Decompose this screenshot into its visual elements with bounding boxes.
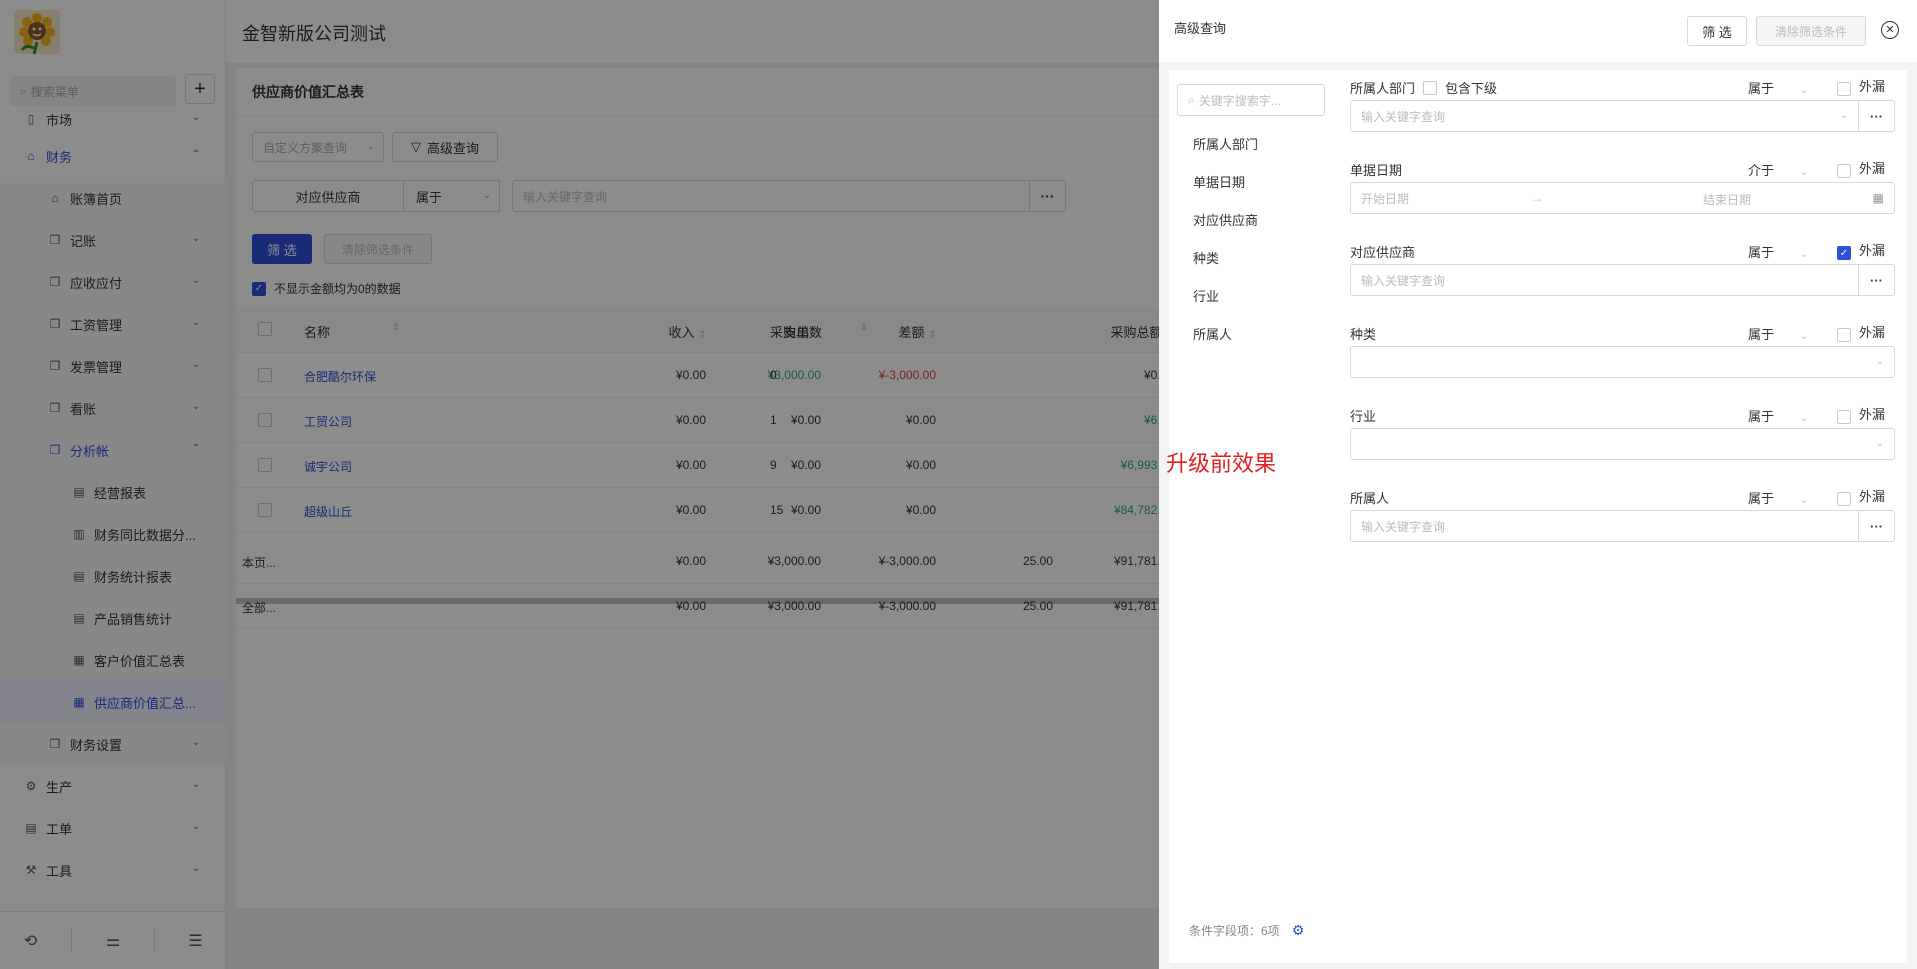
drawer-body: ⌕ 关键字搜索字... 所属人部门 单据日期 对应供应商 种类 行业 所属人 升… [1166, 70, 1907, 963]
more-options-button[interactable]: ··· [1858, 264, 1895, 296]
condition-dept: 所属人部门 包含下级 属于 ⌄ 外漏 输入关键字查询 ⌄ ··· [1350, 78, 1895, 138]
field-nav-item[interactable]: 对应供应商 [1193, 210, 1258, 248]
condition-industry: 行业 属于 ⌄ 外漏 ⌄ [1350, 406, 1895, 466]
drawer-clear-button[interactable]: 清除筛选条件 [1756, 16, 1866, 46]
more-options-button[interactable]: ··· [1858, 510, 1895, 542]
field-nav-item[interactable]: 所属人部门 [1193, 134, 1258, 172]
field-nav-item[interactable]: 单据日期 [1193, 172, 1258, 210]
drawer-header: 高级查询 筛 选 清除筛选条件 ✕ [1159, 0, 1917, 62]
settings-sliders-icon[interactable]: ⚙ [1292, 922, 1305, 939]
field-nav-item[interactable]: 行业 [1193, 286, 1258, 324]
exclude-checkbox[interactable]: 外漏 [1837, 74, 1885, 96]
chevron-down-icon: ⌄ [1875, 356, 1884, 367]
field-count-label: 条件字段项：6项 [1189, 924, 1280, 938]
include-sub-label: 包含下级 [1445, 81, 1498, 96]
condition-label: 单据日期 [1350, 163, 1403, 178]
industry-select[interactable]: ⌄ [1350, 428, 1895, 460]
operator-select[interactable]: 属于 ⌄ [1748, 324, 1808, 343]
exclude-checkbox[interactable]: 外漏 [1837, 156, 1885, 178]
modal-overlay[interactable] [0, 0, 1159, 969]
field-nav: 所属人部门 单据日期 对应供应商 种类 行业 所属人 [1193, 134, 1258, 362]
keyword-input[interactable]: 输入关键字查询 [1350, 264, 1859, 296]
field-nav-item[interactable]: 种类 [1193, 248, 1258, 286]
condition-label: 行业 [1350, 409, 1377, 424]
drawer-filter-button[interactable]: 筛 选 [1687, 16, 1747, 46]
date-range-picker[interactable]: 开始日期 → 结束日期 ▦ [1350, 182, 1895, 214]
exclude-checkbox[interactable]: 外漏 [1837, 320, 1885, 342]
advanced-query-drawer: 高级查询 筛 选 清除筛选条件 ✕ ⌕ 关键字搜索字... 所属人部门 单据日期… [1159, 0, 1917, 969]
kind-select[interactable]: ⌄ [1350, 346, 1895, 378]
condition-kind: 种类 属于 ⌄ 外漏 ⌄ [1350, 324, 1895, 384]
condition-owner: 所属人 属于 ⌄ 外漏 输入关键字查询 ··· [1350, 488, 1895, 548]
close-icon[interactable]: ✕ [1881, 21, 1899, 39]
condition-label: 所属人部门 [1350, 81, 1416, 96]
chevron-down-icon: ⌄ [1839, 110, 1848, 121]
exclude-checkbox[interactable]: 外漏 [1837, 402, 1885, 424]
arrow-right-icon: → [1531, 191, 1543, 205]
condition-label: 对应供应商 [1350, 245, 1416, 260]
operator-select[interactable]: 属于 ⌄ [1748, 488, 1808, 507]
drawer-title: 高级查询 [1174, 21, 1227, 36]
annotation-note: 升级前效果 [1166, 451, 1277, 476]
search-icon: ⌕ [1188, 92, 1195, 107]
drawer-footer: 条件字段项：6项 ⚙ [1189, 922, 1304, 939]
more-options-button[interactable]: ··· [1858, 100, 1895, 132]
operator-select[interactable]: 属于 ⌄ [1748, 406, 1808, 425]
exclude-checkbox[interactable]: ✓ 外漏 [1837, 238, 1885, 260]
include-sub-checkbox[interactable] [1423, 80, 1438, 95]
field-nav-item[interactable]: 所属人 [1193, 324, 1258, 362]
condition-label: 种类 [1350, 327, 1377, 342]
exclude-checkbox[interactable]: 外漏 [1837, 484, 1885, 506]
condition-date: 单据日期 介于 ⌄ 外漏 开始日期 → 结束日期 ▦ [1350, 160, 1895, 220]
keyword-input[interactable]: 输入关键字查询 [1350, 510, 1859, 542]
operator-select[interactable]: 介于 ⌄ [1748, 160, 1808, 179]
operator-select[interactable]: 属于 ⌄ [1748, 78, 1808, 97]
keyword-select[interactable]: 输入关键字查询 ⌄ [1350, 100, 1859, 132]
calendar-icon: ▦ [1872, 191, 1884, 205]
chevron-down-icon: ⌄ [1875, 438, 1884, 449]
condition-label: 所属人 [1350, 491, 1390, 506]
condition-supplier: 对应供应商 属于 ⌄ ✓ 外漏 输入关键字查询 ··· [1350, 242, 1895, 302]
operator-select[interactable]: 属于 ⌄ [1748, 242, 1808, 261]
field-search-input[interactable]: ⌕ 关键字搜索字... [1177, 84, 1325, 116]
